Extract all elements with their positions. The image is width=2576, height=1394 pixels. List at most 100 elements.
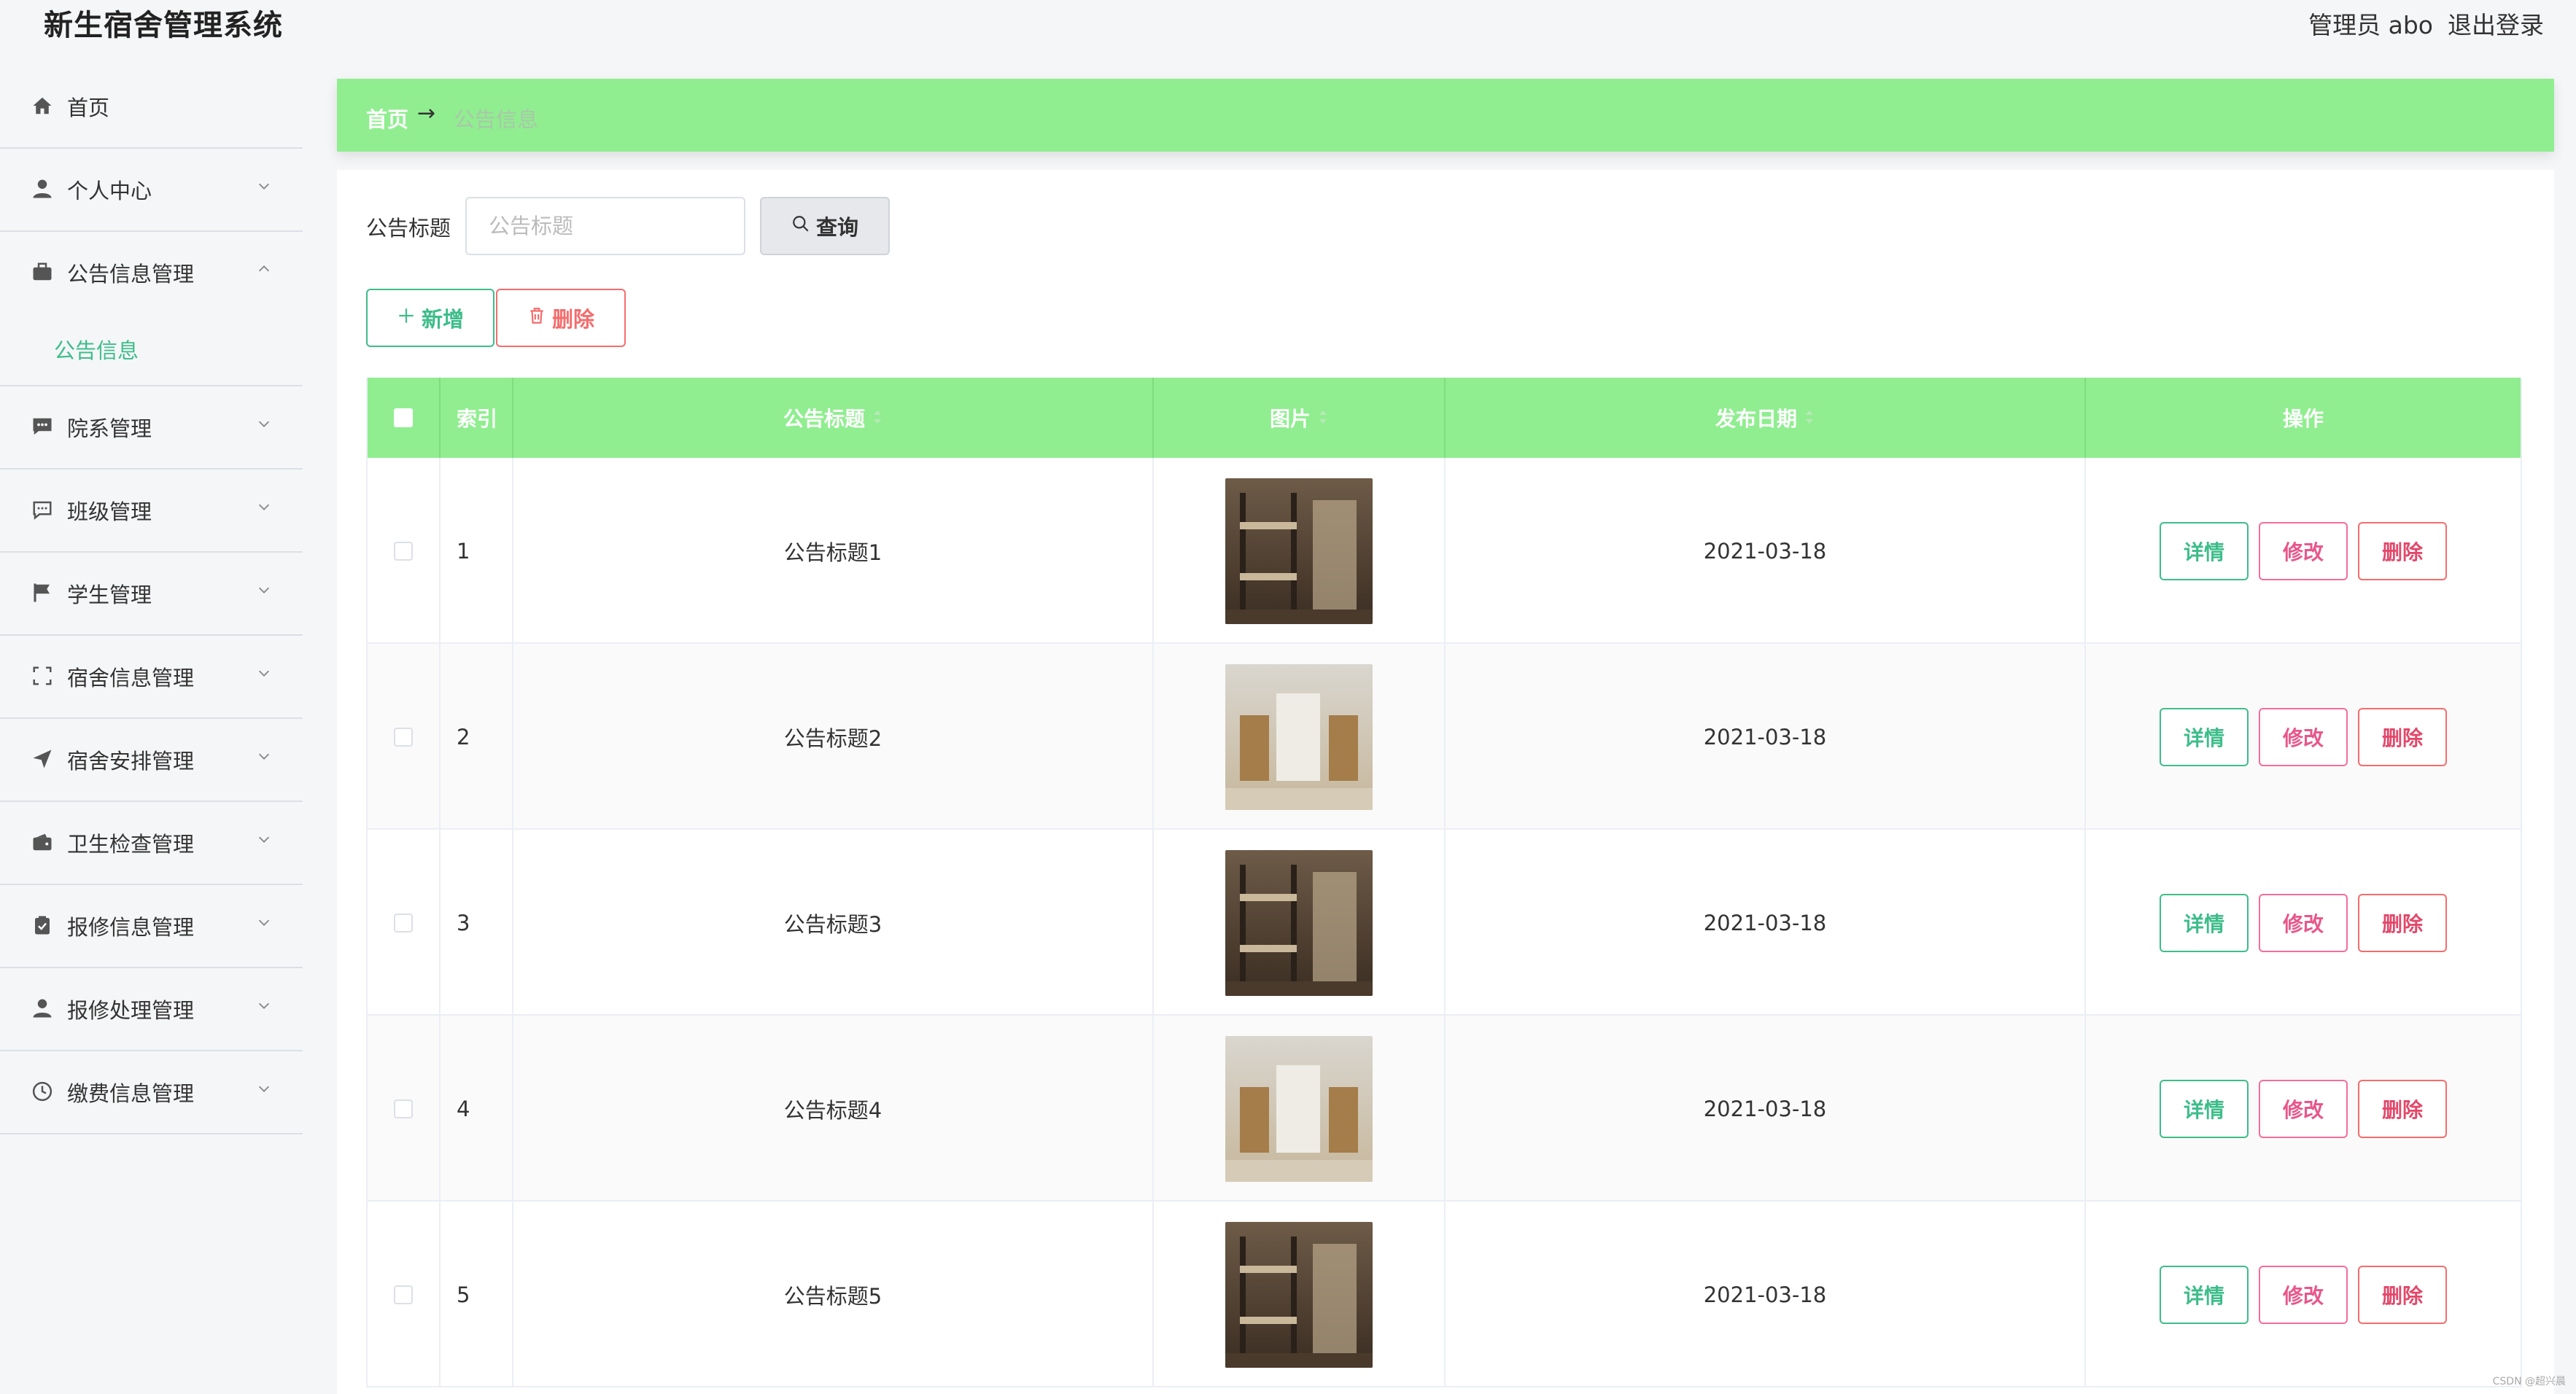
row-index: 3 bbox=[441, 830, 513, 1016]
logout-link[interactable]: 退出登录 bbox=[2448, 6, 2544, 41]
row-image-cell bbox=[1154, 1202, 1446, 1387]
table-header: 索引 公告标题 图片 发布日期 操作 bbox=[368, 378, 2521, 458]
row-image-cell bbox=[1154, 1016, 1446, 1202]
delete-button[interactable]: 删除 bbox=[2358, 521, 2447, 580]
row-title: 公告标题5 bbox=[513, 1202, 1154, 1387]
table-row: 1 公告标题1 2021-03-18 详情 修改 删除 bbox=[368, 458, 2521, 644]
sidebar-item-payment-info-management[interactable]: 缴费信息管理 bbox=[0, 1051, 303, 1134]
row-index: 1 bbox=[441, 458, 513, 644]
chevron-down-icon bbox=[256, 178, 272, 194]
row-checkbox[interactable] bbox=[394, 727, 413, 747]
sidebar-item-dorm-arrangement-management[interactable]: 宿舍安排管理 bbox=[0, 719, 303, 802]
header-title[interactable]: 公告标题 bbox=[513, 378, 1154, 458]
delete-button[interactable]: 删除 bbox=[2358, 1079, 2447, 1138]
clipboard-icon bbox=[31, 914, 54, 937]
row-index: 2 bbox=[441, 644, 513, 830]
detail-button[interactable]: 详情 bbox=[2160, 893, 2249, 952]
edit-button[interactable]: 修改 bbox=[2259, 893, 2348, 952]
search-button-label: 查询 bbox=[815, 215, 858, 240]
header-image[interactable]: 图片 bbox=[1154, 378, 1446, 458]
sidebar-item-label: 班级管理 bbox=[67, 499, 152, 524]
row-index: 4 bbox=[441, 1016, 513, 1202]
sidebar-item-label: 首页 bbox=[67, 96, 110, 120]
sidebar-item-hygiene-check-management[interactable]: 卫生检查管理 bbox=[0, 802, 303, 885]
select-all-checkbox[interactable] bbox=[394, 408, 413, 427]
row-title: 公告标题2 bbox=[513, 644, 1154, 830]
sidebar-item-label: 缴费信息管理 bbox=[67, 1081, 195, 1106]
row-select-cell[interactable] bbox=[368, 458, 441, 644]
search-input[interactable]: 公告标题 bbox=[465, 197, 745, 255]
briefcase-icon bbox=[31, 260, 54, 284]
chevron-up-icon bbox=[256, 261, 272, 277]
sidebar: 首页 个人中心 公告信息管理 公告信息 院系管理 班级管理 学生管理 宿舍信息管… bbox=[0, 66, 303, 1394]
dorm-photo-image bbox=[1225, 1035, 1373, 1182]
sidebar-item-label: 宿舍安排管理 bbox=[67, 749, 195, 774]
row-actions: 详情 修改 删除 bbox=[2086, 1016, 2521, 1202]
sidebar-item-label: 报修信息管理 bbox=[67, 915, 195, 940]
add-button-label: 新增 bbox=[421, 307, 464, 332]
row-checkbox[interactable] bbox=[394, 1099, 413, 1118]
edit-button[interactable]: 修改 bbox=[2259, 521, 2348, 580]
edit-button[interactable]: 修改 bbox=[2259, 1265, 2348, 1324]
sort-caret-icon[interactable] bbox=[872, 406, 882, 430]
wallet-icon bbox=[31, 830, 54, 854]
row-select-cell[interactable] bbox=[368, 644, 441, 830]
breadcrumb-home[interactable]: 首页 bbox=[366, 103, 408, 133]
table-body: 1 公告标题1 2021-03-18 详情 修改 删除 2 公告标题2 2021… bbox=[368, 458, 2521, 1387]
sidebar-item-class-management[interactable]: 班级管理 bbox=[0, 470, 303, 553]
header-image-label: 图片 bbox=[1269, 407, 1311, 431]
delete-button[interactable]: 删除 bbox=[2358, 707, 2447, 766]
search-button[interactable]: 查询 bbox=[760, 197, 890, 255]
row-actions: 详情 修改 删除 bbox=[2086, 830, 2521, 1016]
detail-button[interactable]: 详情 bbox=[2160, 707, 2249, 766]
sidebar-item-repair-info-management[interactable]: 报修信息管理 bbox=[0, 885, 303, 968]
row-image-cell bbox=[1154, 644, 1446, 830]
delete-button[interactable]: 删除 bbox=[2358, 893, 2447, 952]
chevron-down-icon bbox=[256, 1080, 272, 1097]
batch-delete-button[interactable]: 删除 bbox=[496, 289, 626, 347]
announcement-table: 索引 公告标题 图片 发布日期 操作 1 公告标题1 2021-03-18 详情… bbox=[366, 378, 2522, 1387]
batch-delete-button-label: 删除 bbox=[551, 307, 594, 332]
row-date: 2021-03-18 bbox=[1446, 830, 2086, 1016]
sidebar-item-home[interactable]: 首页 bbox=[0, 66, 303, 149]
edit-button[interactable]: 修改 bbox=[2259, 1079, 2348, 1138]
fullscreen-icon bbox=[31, 664, 54, 688]
row-select-cell[interactable] bbox=[368, 1016, 441, 1202]
search-icon bbox=[791, 214, 810, 238]
row-title: 公告标题3 bbox=[513, 830, 1154, 1016]
plus-icon bbox=[397, 305, 416, 330]
header-select-all[interactable] bbox=[368, 378, 441, 458]
row-checkbox[interactable] bbox=[394, 1285, 413, 1304]
header-date[interactable]: 发布日期 bbox=[1446, 378, 2086, 458]
row-select-cell[interactable] bbox=[368, 830, 441, 1016]
row-checkbox[interactable] bbox=[394, 541, 413, 561]
sidebar-item-announcement-management[interactable]: 公告信息管理 公告信息 bbox=[0, 232, 303, 386]
sidebar-item-personal-center[interactable]: 个人中心 bbox=[0, 149, 303, 232]
sidebar-item-dorm-info-management[interactable]: 宿舍信息管理 bbox=[0, 636, 303, 719]
dorm-photo-image bbox=[1225, 1221, 1373, 1368]
sidebar-item-department-management[interactable]: 院系管理 bbox=[0, 386, 303, 470]
delete-button[interactable]: 删除 bbox=[2358, 1265, 2447, 1324]
detail-button[interactable]: 详情 bbox=[2160, 521, 2249, 580]
home-icon bbox=[31, 94, 54, 117]
detail-button[interactable]: 详情 bbox=[2160, 1079, 2249, 1138]
sort-caret-icon[interactable] bbox=[1318, 406, 1328, 430]
row-date: 2021-03-18 bbox=[1446, 1202, 2086, 1387]
chevron-down-icon bbox=[256, 914, 272, 930]
add-button[interactable]: 新增 bbox=[366, 289, 494, 347]
chevron-down-icon bbox=[256, 416, 272, 432]
row-select-cell[interactable] bbox=[368, 1202, 441, 1387]
table-row: 4 公告标题4 2021-03-18 详情 修改 删除 bbox=[368, 1016, 2521, 1202]
sidebar-subitem-announcement-info[interactable]: 公告信息 bbox=[54, 334, 139, 365]
row-checkbox[interactable] bbox=[394, 913, 413, 932]
detail-button[interactable]: 详情 bbox=[2160, 1265, 2249, 1324]
sort-caret-icon[interactable] bbox=[1804, 406, 1815, 430]
sidebar-item-student-management[interactable]: 学生管理 bbox=[0, 553, 303, 636]
user-icon bbox=[31, 997, 54, 1020]
edit-button[interactable]: 修改 bbox=[2259, 707, 2348, 766]
sidebar-item-label: 学生管理 bbox=[67, 583, 152, 607]
breadcrumb-separator: → bbox=[417, 101, 436, 126]
dorm-photo-image bbox=[1225, 849, 1373, 996]
row-image-cell bbox=[1154, 830, 1446, 1016]
sidebar-item-repair-handling-management[interactable]: 报修处理管理 bbox=[0, 968, 303, 1051]
